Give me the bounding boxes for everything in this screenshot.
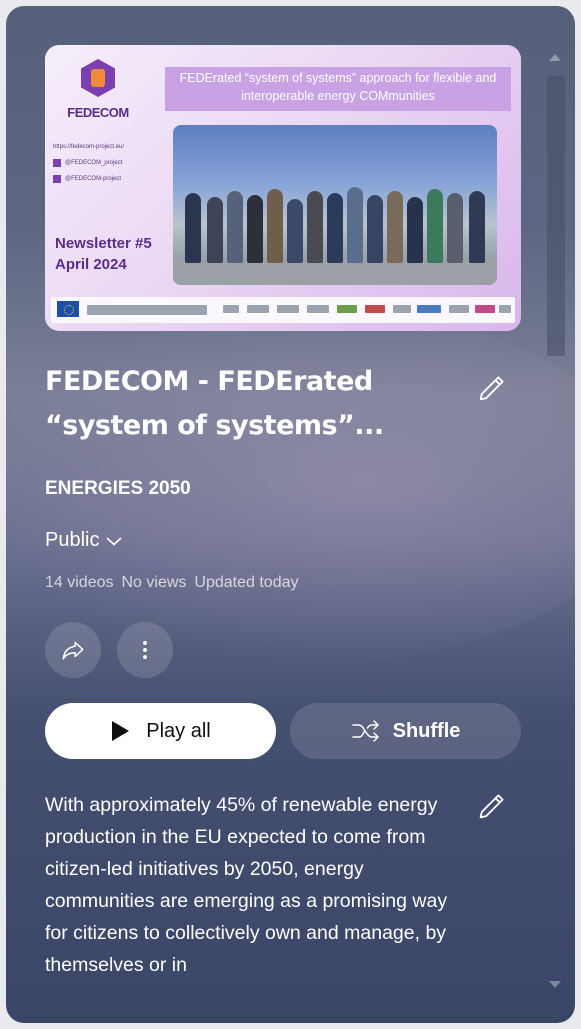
person-figure	[247, 195, 263, 263]
shuffle-label: Shuffle	[392, 719, 461, 742]
chevron-down-icon	[106, 536, 123, 546]
shuffle-icon	[351, 720, 379, 742]
playlist-thumbnail[interactable]: FEDECOM FEDErated “system of systems” ap…	[45, 45, 521, 331]
playlist-description: With approximately 45% of renewable ener…	[45, 794, 448, 976]
scrollbar-thumb[interactable]	[547, 76, 565, 356]
privacy-dropdown[interactable]: Public	[45, 529, 123, 552]
updated-time: Updated today	[194, 574, 299, 591]
newsletter-date: April 2024	[55, 256, 127, 273]
thumbnail-link-twitter: @FEDECOM_project	[53, 155, 163, 171]
share-button[interactable]	[45, 622, 101, 678]
thumbnail-link-website: https://fedecom-project.eu/	[53, 144, 125, 150]
partner-logo	[307, 305, 329, 313]
view-count: No views	[121, 574, 187, 591]
partner-logo	[393, 305, 411, 313]
twitter-icon	[53, 159, 61, 167]
more-vert-icon	[143, 641, 147, 659]
group-photo	[173, 125, 497, 285]
partner-logo	[247, 305, 269, 313]
fedecom-logo: FEDECOM	[53, 55, 143, 135]
share-icon	[62, 641, 84, 660]
shuffle-button[interactable]: Shuffle	[290, 703, 521, 759]
partner-logo	[499, 305, 511, 313]
linkedin-icon	[53, 175, 61, 183]
play-all-label: Play all	[146, 719, 211, 742]
person-figure	[367, 195, 383, 263]
privacy-label: Public	[45, 529, 100, 551]
person-figure	[347, 187, 363, 263]
playlist-meta: 14 videos No views Updated today	[45, 574, 298, 592]
thumbnail-links: https://fedecom-project.eu/ @FEDECOM_pro…	[53, 139, 163, 187]
channel-name[interactable]: ENERGIES 2050	[45, 478, 191, 500]
pencil-icon[interactable]	[475, 371, 509, 405]
person-figure	[185, 193, 201, 263]
person-figure	[407, 197, 423, 263]
scroll-up-arrow[interactable]	[549, 54, 561, 61]
person-figure	[387, 191, 403, 263]
person-figure	[287, 199, 303, 263]
logo-text: FEDECOM	[67, 105, 129, 120]
pencil-icon[interactable]	[475, 789, 509, 823]
more-options-button[interactable]	[117, 622, 173, 678]
person-figure	[427, 189, 443, 263]
sponsor-footer	[51, 297, 515, 323]
person-figure	[307, 191, 323, 263]
partner-logo	[417, 305, 441, 313]
eu-flag-icon	[57, 301, 79, 317]
logo-hexagon	[81, 59, 115, 97]
partner-logo	[449, 305, 469, 313]
person-figure	[207, 197, 223, 263]
play-all-button[interactable]: Play all	[45, 703, 276, 759]
partner-logo	[223, 305, 239, 313]
thumbnail-heading: FEDErated “system of systems” approach f…	[165, 67, 511, 111]
thumbnail-link-linkedin: @FEDECOM-project	[53, 171, 163, 187]
video-count: 14 videos	[45, 574, 114, 591]
play-icon	[112, 721, 130, 741]
partner-logo	[277, 305, 299, 313]
person-figure	[267, 189, 283, 263]
partner-logo	[365, 305, 385, 313]
playlist-header-panel: FEDECOM FEDErated “system of systems” ap…	[6, 6, 575, 1023]
newsletter-number: Newsletter #5	[55, 235, 152, 252]
partner-logo	[475, 305, 495, 313]
person-figure	[227, 191, 243, 263]
newsletter-label: Newsletter #5 April 2024	[55, 233, 152, 275]
person-figure	[469, 191, 485, 263]
partner-logo	[337, 305, 357, 313]
scroll-down-arrow[interactable]	[549, 981, 561, 988]
playlist-title: FEDECOM - FEDErated “system of systems”.…	[45, 366, 384, 441]
person-figure	[327, 193, 343, 263]
person-figure	[447, 193, 463, 263]
funding-notice	[87, 305, 207, 315]
